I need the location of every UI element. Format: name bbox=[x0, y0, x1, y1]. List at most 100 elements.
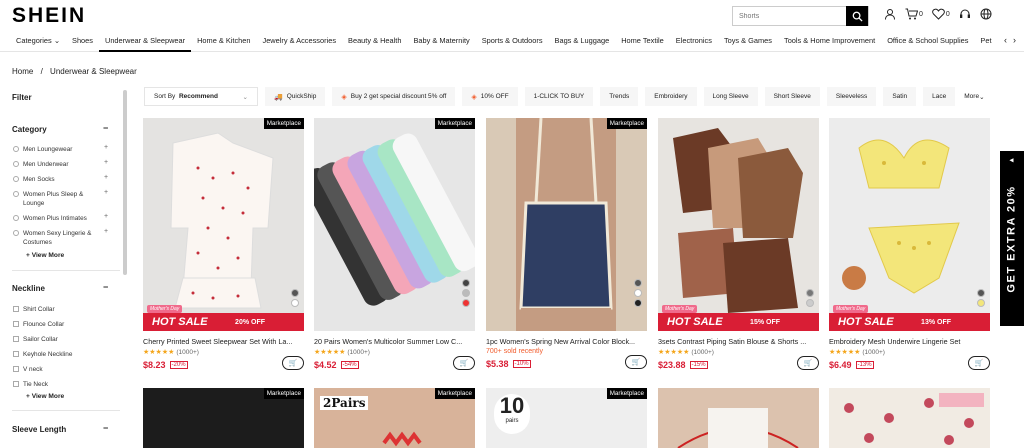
view-more-categories[interactable]: + View More bbox=[26, 252, 64, 259]
swatch[interactable] bbox=[634, 289, 642, 297]
product-card[interactable]: Marketplace 20 Pairs Women's Multicolor … bbox=[314, 118, 475, 372]
more-filters-button[interactable]: More ⌄ bbox=[962, 87, 987, 106]
neckline-item[interactable]: Tie Neck bbox=[13, 380, 113, 389]
get-extra-promo-tab[interactable]: ▲ GET EXTRA 20% bbox=[1000, 151, 1024, 326]
shein-logo[interactable]: SHEIN bbox=[12, 4, 86, 28]
category-item[interactable]: Men Underwear bbox=[13, 160, 113, 169]
category-item[interactable]: Women Plus Intimates bbox=[13, 214, 113, 223]
view-more-necklines[interactable]: + View More bbox=[26, 393, 64, 400]
nav-item[interactable]: Pet bbox=[974, 32, 997, 52]
expand-icon[interactable]: + bbox=[104, 159, 108, 166]
product-image[interactable]: Marketplace 2Pairs bbox=[314, 388, 475, 448]
search-input[interactable] bbox=[733, 7, 847, 25]
chevron-right-icon[interactable]: › bbox=[1013, 35, 1016, 45]
product-title[interactable]: 20 Pairs Women's Multicolor Summer Low C… bbox=[314, 337, 474, 346]
product-title[interactable]: 3sets Contrast Piping Satin Blouse & Sho… bbox=[658, 337, 818, 346]
category-item[interactable]: Men Socks bbox=[13, 175, 113, 184]
sort-dropdown[interactable]: Sort By Recommend ⌄ bbox=[144, 87, 258, 106]
collapse-icon[interactable]: − bbox=[103, 282, 108, 292]
checkbox[interactable] bbox=[13, 351, 19, 357]
chip-short-sleeve[interactable]: Short Sleeve bbox=[764, 87, 820, 106]
chip-sleeveless[interactable]: Sleeveless bbox=[826, 87, 877, 106]
nav-item[interactable]: Jewelry & Accessories bbox=[257, 32, 343, 52]
product-card[interactable]: Mother's Day HOT SALE 15% OFF 3sets Contr… bbox=[658, 118, 819, 372]
wishlist-button[interactable]: 0 bbox=[932, 8, 950, 20]
neckline-item[interactable]: Sailor Collar bbox=[13, 335, 113, 344]
checkbox[interactable] bbox=[13, 336, 19, 342]
account-button[interactable] bbox=[884, 8, 896, 20]
nav-item-active[interactable]: Underwear & Sleepwear bbox=[98, 32, 192, 52]
product-image[interactable]: Marketplace bbox=[143, 388, 304, 448]
nav-item[interactable]: Office & School Supplies bbox=[881, 32, 974, 52]
nav-item[interactable]: Bags & Luggage bbox=[549, 32, 616, 52]
chip-quickship[interactable]: 🚚 QuickShip bbox=[265, 87, 326, 106]
neckline-item[interactable]: Shirt Collar bbox=[13, 305, 113, 314]
chip-embroidery[interactable]: Embroidery bbox=[645, 87, 697, 106]
nav-item[interactable]: Tools & Home Improvement bbox=[778, 32, 881, 52]
add-to-cart-button[interactable]: 🛒 bbox=[282, 356, 304, 370]
collapse-icon[interactable]: − bbox=[103, 423, 108, 433]
swatch[interactable] bbox=[977, 299, 985, 307]
swatch[interactable] bbox=[462, 289, 470, 297]
nav-item[interactable]: Sports & Outdoors bbox=[476, 32, 549, 52]
nav-item[interactable]: Beauty & Health bbox=[342, 32, 407, 52]
swatch[interactable] bbox=[634, 279, 642, 287]
product-card[interactable]: Mother's Day HOT SALE 13% OFF Embroidery … bbox=[829, 118, 990, 372]
chip-10off[interactable]: ◈ 10% OFF bbox=[462, 87, 518, 106]
expand-icon[interactable]: + bbox=[104, 144, 108, 151]
product-title[interactable]: 1pc Women's Spring New Arrival Color Blo… bbox=[486, 337, 646, 346]
product-image[interactable] bbox=[658, 388, 819, 448]
product-image[interactable]: Mother's Day HOT SALE 13% OFF bbox=[829, 118, 990, 331]
chip-buy2[interactable]: ◈ Buy 2 get special discount 5% off bbox=[332, 87, 456, 106]
support-button[interactable] bbox=[959, 8, 971, 20]
expand-icon[interactable]: + bbox=[104, 213, 108, 220]
product-image[interactable]: Marketplace 10 pairs bbox=[486, 388, 647, 448]
checkbox[interactable] bbox=[13, 306, 19, 312]
add-to-cart-button[interactable]: 🛒 bbox=[968, 356, 990, 370]
product-image[interactable] bbox=[829, 388, 990, 448]
swatch[interactable] bbox=[291, 289, 299, 297]
swatch[interactable] bbox=[291, 299, 299, 307]
chip-long-sleeve[interactable]: Long Sleeve bbox=[703, 87, 758, 106]
checkbox[interactable] bbox=[13, 381, 19, 387]
swatch[interactable] bbox=[634, 299, 642, 307]
swatch[interactable] bbox=[806, 289, 814, 297]
nav-item[interactable]: Home Textile bbox=[615, 32, 670, 52]
swatch[interactable] bbox=[977, 289, 985, 297]
nav-item[interactable]: Baby & Maternity bbox=[407, 32, 475, 52]
chip-trends[interactable]: Trends bbox=[600, 87, 639, 106]
product-title[interactable]: Embroidery Mesh Underwire Lingerie Set bbox=[829, 337, 989, 346]
swatch[interactable] bbox=[462, 299, 470, 307]
product-image[interactable]: Marketplace bbox=[314, 118, 475, 331]
search-button[interactable] bbox=[846, 6, 868, 26]
chip-lace[interactable]: Lace bbox=[923, 87, 956, 106]
category-item[interactable]: Men Loungewear bbox=[13, 145, 113, 154]
chip-satin[interactable]: Satin bbox=[883, 87, 917, 106]
nav-item[interactable]: Toys & Games bbox=[718, 32, 778, 52]
add-to-cart-button[interactable]: 🛒 bbox=[797, 356, 819, 370]
chip-one-click[interactable]: 1-CLICK TO BUY bbox=[524, 87, 594, 106]
swatch[interactable] bbox=[462, 279, 470, 287]
product-title[interactable]: Cherry Printed Sweet Sleepwear Set With … bbox=[143, 337, 303, 346]
nav-item[interactable]: Electronics bbox=[670, 32, 718, 52]
collapse-icon[interactable]: − bbox=[103, 123, 108, 133]
product-image[interactable]: Mother's Day HOT SALE 15% OFF bbox=[658, 118, 819, 331]
expand-icon[interactable]: + bbox=[104, 174, 108, 181]
product-image[interactable]: Marketplace Mother's Day HOT SALE 20% OFF bbox=[143, 118, 304, 331]
language-button[interactable] bbox=[980, 8, 992, 20]
nav-item[interactable]: Shoes bbox=[66, 32, 99, 52]
add-to-cart-button[interactable]: 🛒 bbox=[625, 355, 647, 369]
swatch[interactable] bbox=[806, 299, 814, 307]
chevron-left-icon[interactable]: ‹ bbox=[1004, 35, 1007, 45]
cart-button[interactable]: 0 bbox=[905, 8, 923, 20]
expand-icon[interactable]: + bbox=[104, 228, 108, 235]
neckline-item[interactable]: Flounce Collar bbox=[13, 320, 113, 329]
breadcrumb-home[interactable]: Home bbox=[12, 67, 33, 76]
expand-icon[interactable]: + bbox=[104, 189, 108, 196]
add-to-cart-button[interactable]: 🛒 bbox=[453, 356, 475, 370]
checkbox[interactable] bbox=[13, 366, 19, 372]
product-card[interactable]: Marketplace Mother's Day HOT SALE 20% OFF… bbox=[143, 118, 304, 372]
search-box[interactable] bbox=[732, 6, 869, 26]
product-card[interactable]: Marketplace 1pc Women's Spring New Arriv… bbox=[486, 118, 647, 371]
checkbox[interactable] bbox=[13, 321, 19, 327]
